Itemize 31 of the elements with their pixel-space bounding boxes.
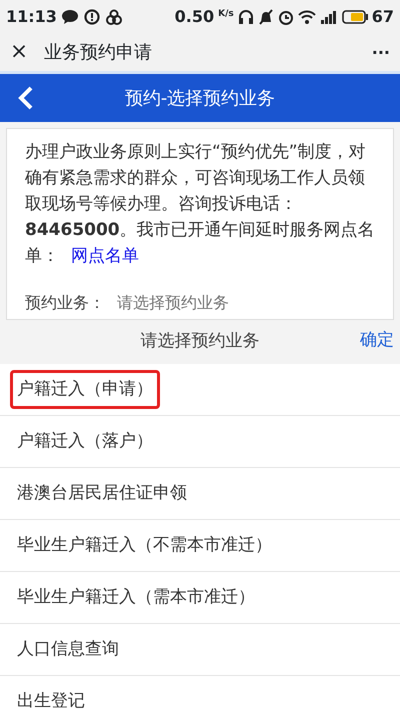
- chat-icon: [60, 9, 79, 25]
- link-icon: [104, 9, 123, 25]
- alert-icon: [82, 9, 101, 25]
- picker-option[interactable]: 出生登记: [0, 676, 400, 717]
- speed-unit: K/s: [218, 8, 234, 21]
- status-time: 11:13: [6, 6, 57, 28]
- more-button[interactable]: ···: [372, 40, 390, 64]
- field-label: 预约业务：: [25, 292, 105, 314]
- alarm-icon: [278, 9, 294, 25]
- picker-option[interactable]: 毕业生户籍迁入（不需本市准迁）: [0, 520, 400, 572]
- muted-bell-icon: [258, 9, 274, 25]
- battery-percent: 67: [372, 6, 394, 28]
- headphones-icon: [238, 9, 254, 25]
- notice-text: 办理户政业务原则上实行“预约优先”制度，对确有紧急需求的群众，可咨询现场工作人员领取现场号等候办理。咨询投诉电话：84465000。我市已开通午间延时服务网点名单： 网点名单: [25, 141, 376, 268]
- business-select-field[interactable]: 请选择预约业务: [117, 291, 317, 315]
- picker-option[interactable]: 户籍迁入（申请）: [0, 364, 400, 416]
- close-button[interactable]: ×: [10, 36, 28, 69]
- picker-option[interactable]: 港澳台居民居住证申领: [0, 468, 400, 520]
- picker-option[interactable]: 人口信息查询: [0, 624, 400, 676]
- header-title: 预约-选择预约业务: [124, 86, 276, 110]
- wifi-icon: [298, 9, 316, 25]
- confirm-button[interactable]: 确定: [360, 328, 394, 354]
- picker-title: 请选择预约业务: [140, 330, 260, 354]
- picker-option[interactable]: 户籍迁入（落户）: [0, 416, 400, 468]
- picker-option[interactable]: 毕业生户籍迁入（需本市准迁）: [0, 572, 400, 624]
- network-speed: 0.50: [174, 6, 214, 28]
- battery-icon: [342, 10, 368, 24]
- branch-list-link[interactable]: 网点名单: [71, 246, 139, 266]
- back-icon[interactable]: [18, 86, 34, 110]
- page-title: 业务预约申请: [44, 41, 154, 65]
- signal-icon: [320, 9, 338, 25]
